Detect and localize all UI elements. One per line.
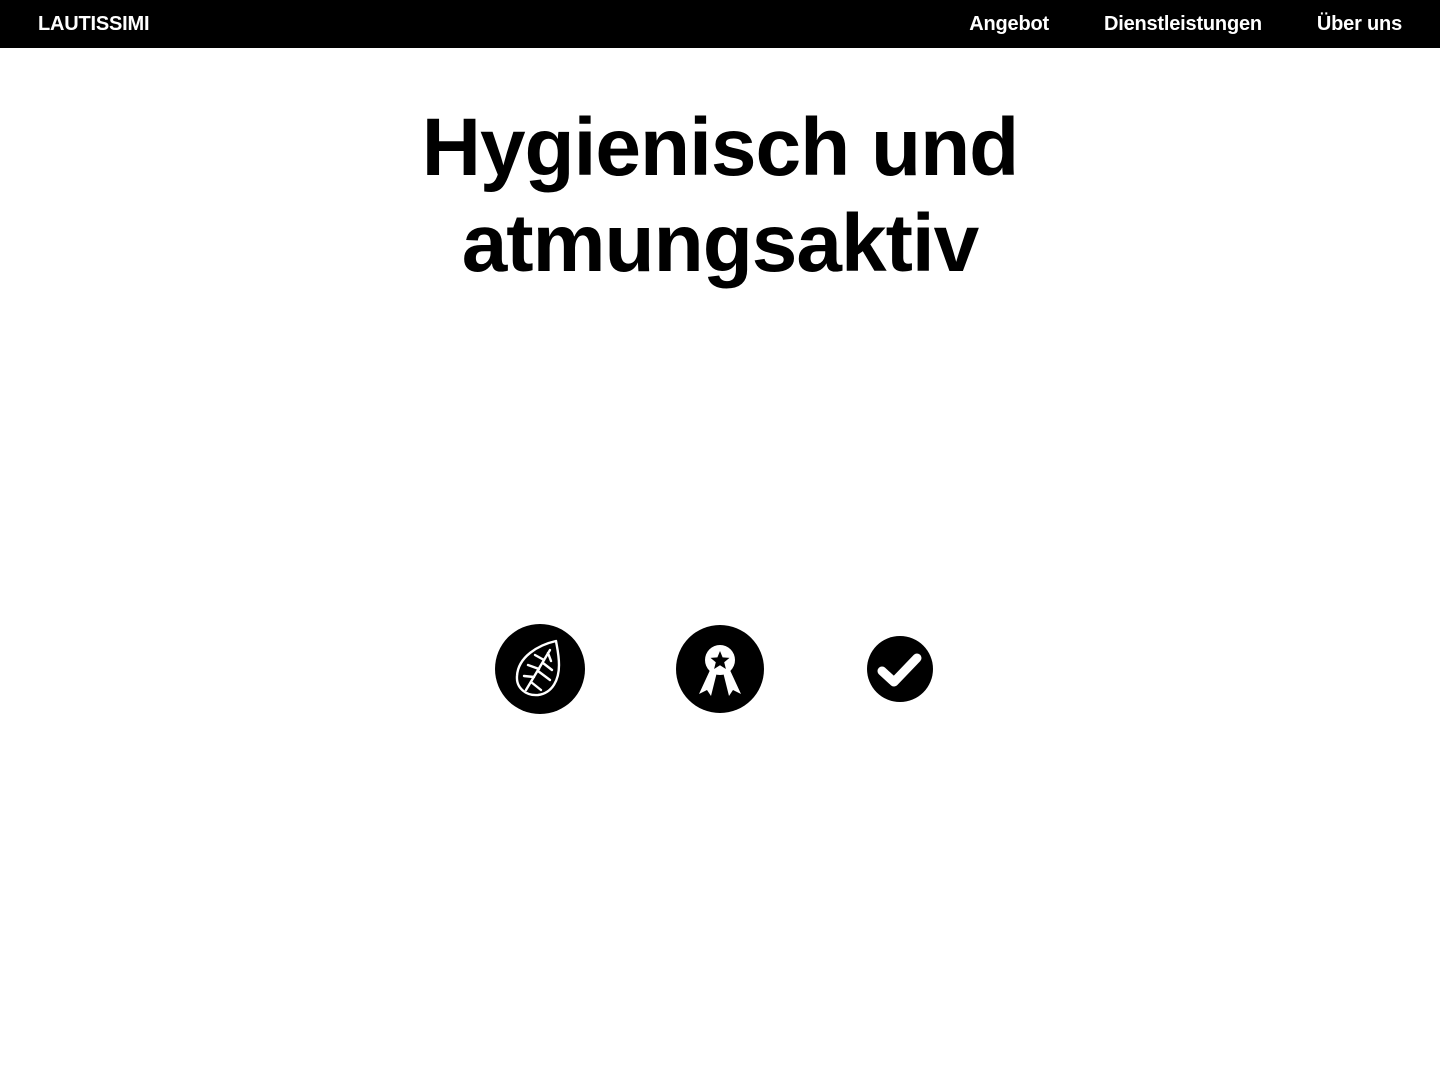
award-ribbon-icon xyxy=(675,624,765,714)
nav-link-ueber-uns[interactable]: Über uns xyxy=(1317,13,1402,36)
hero-title-line-1: Hygienisch und xyxy=(421,102,1020,193)
nav-link-dienstleistungen[interactable]: Dienstleistungen xyxy=(1104,13,1262,36)
brand-logo-link[interactable]: LAUTISSIMI xyxy=(38,0,150,48)
hero-title: Hygienisch und atmungsaktiv xyxy=(0,100,1440,292)
hero-title-line-2: atmungsaktiv xyxy=(461,198,980,289)
checkmark-icon xyxy=(867,636,933,702)
main-nav: Angebot Dienstleistungen Über uns xyxy=(969,0,1402,48)
nav-link-angebot[interactable]: Angebot xyxy=(969,13,1049,36)
leaf-icon xyxy=(495,624,585,714)
top-navigation-bar: LAUTISSIMI Angebot Dienstleistungen Über… xyxy=(0,0,1440,48)
